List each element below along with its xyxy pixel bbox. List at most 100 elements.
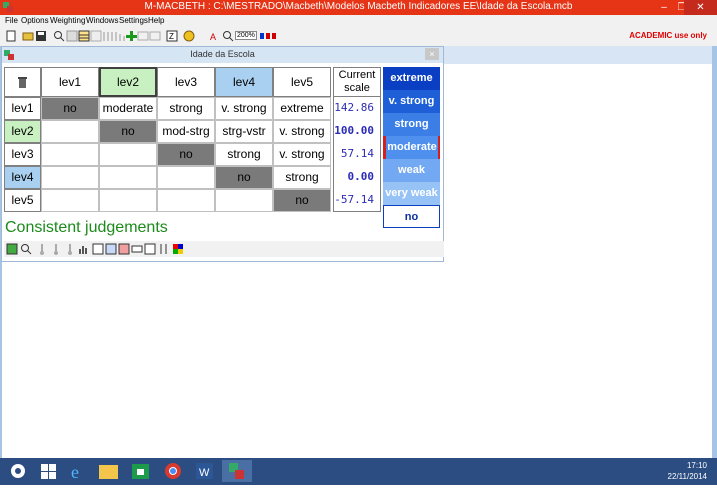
menu-bar: File Options Weighting Windows Settings …: [0, 15, 717, 27]
judgement-cell[interactable]: no: [41, 97, 99, 120]
grid-icon[interactable]: [149, 30, 161, 42]
row-header-lev1[interactable]: lev1: [4, 97, 41, 120]
judgement-cell[interactable]: v. strong: [273, 143, 331, 166]
svg-text:A: A: [210, 32, 216, 42]
judgement-cell[interactable]: v. strong: [273, 120, 331, 143]
judgement-cell[interactable]: strg-vstr: [215, 120, 273, 143]
menu-file[interactable]: File: [5, 15, 18, 27]
column-header-lev2[interactable]: lev2: [99, 67, 157, 97]
list-icon[interactable]: [90, 30, 102, 42]
criterion-icon[interactable]: [6, 243, 18, 255]
svg-text:W: W: [199, 467, 210, 479]
judgement-cell[interactable]: no: [99, 120, 157, 143]
magnifier-icon[interactable]: [20, 243, 32, 255]
column-header-lev3[interactable]: lev3: [157, 67, 215, 97]
clock-time[interactable]: 17:10: [668, 460, 707, 471]
internet-explorer-icon[interactable]: e: [64, 460, 91, 482]
search-icon[interactable]: [53, 30, 65, 42]
column-header-lev1[interactable]: lev1: [41, 67, 99, 97]
sort-icon[interactable]: [158, 243, 170, 255]
menu-settings[interactable]: Settings: [119, 15, 148, 27]
level-extreme[interactable]: extreme: [383, 67, 440, 90]
split-icon[interactable]: [137, 30, 149, 42]
level-v-strong[interactable]: v. strong: [383, 90, 440, 113]
judgement-cell[interactable]: [157, 166, 215, 189]
judgement-cell[interactable]: [41, 143, 99, 166]
judgement-cell[interactable]: [41, 189, 99, 212]
indicator-icon[interactable]: [144, 243, 156, 255]
judgement-cell[interactable]: mod-strg: [157, 120, 215, 143]
license-label: ACADEMIC use only: [629, 31, 707, 40]
zoom-level[interactable]: 200%: [235, 31, 257, 40]
thermometer-range-icon[interactable]: [64, 243, 76, 255]
colored-grid-icon[interactable]: [118, 243, 130, 255]
judgement-cell[interactable]: [157, 189, 215, 212]
thermometer-icon[interactable]: [36, 243, 48, 255]
level-moderate[interactable]: moderate: [383, 136, 440, 159]
new-file-icon[interactable]: [5, 30, 17, 42]
grid-table-icon[interactable]: [105, 243, 117, 255]
close-button[interactable]: ✕: [684, 0, 717, 15]
start-gear-icon[interactable]: [5, 460, 32, 482]
judgement-cell[interactable]: [41, 166, 99, 189]
level-very-weak[interactable]: very weak: [383, 182, 440, 205]
judgement-cell[interactable]: no: [215, 166, 273, 189]
title-bar: M-MACBETH : C:\MESTRADO\Macbeth\Modelos …: [0, 0, 717, 15]
menu-options[interactable]: Options: [21, 15, 49, 27]
histogram-icon[interactable]: [78, 243, 90, 255]
coin-icon[interactable]: [183, 30, 195, 42]
windows-logo-icon[interactable]: [35, 460, 62, 482]
child-title-bar[interactable]: Idade da Escola ×: [2, 47, 443, 63]
judgement-cell[interactable]: no: [157, 143, 215, 166]
judgement-cell[interactable]: strong: [215, 143, 273, 166]
judgement-cell[interactable]: no: [273, 189, 331, 212]
add-icon[interactable]: [125, 30, 137, 42]
menu-windows[interactable]: Windows: [86, 15, 118, 27]
delete-corner-cell[interactable]: [4, 67, 41, 97]
row-header-lev4[interactable]: lev4: [4, 166, 41, 189]
judgement-cell[interactable]: strong: [157, 97, 215, 120]
word-icon[interactable]: W: [191, 460, 218, 482]
column-header-lev5[interactable]: lev5: [273, 67, 331, 97]
judgement-cell[interactable]: [215, 189, 273, 212]
open-folder-icon[interactable]: [22, 30, 34, 42]
judgement-cell[interactable]: strong: [273, 166, 331, 189]
judgement-cell[interactable]: [99, 189, 157, 212]
report-icon[interactable]: Z: [166, 30, 178, 42]
tree-icon[interactable]: [66, 30, 78, 42]
scale-value-lev3: 57.14: [333, 143, 381, 166]
store-icon[interactable]: [127, 460, 154, 482]
child-close-button[interactable]: ×: [425, 48, 439, 60]
judgement-cell[interactable]: [99, 166, 157, 189]
judgement-cell[interactable]: [99, 143, 157, 166]
level-no[interactable]: no: [383, 205, 440, 228]
level-weak[interactable]: weak: [383, 159, 440, 182]
level-strong[interactable]: strong: [383, 113, 440, 136]
color-picker-icon[interactable]: [172, 243, 184, 255]
font-size-icon[interactable]: A: [210, 30, 222, 42]
row-header-lev5[interactable]: lev5: [4, 189, 41, 212]
judgement-cell[interactable]: v. strong: [215, 97, 273, 120]
report-table-icon[interactable]: [92, 243, 104, 255]
table-icon[interactable]: [78, 30, 90, 42]
scale-icon[interactable]: [102, 30, 114, 42]
zoom-icon[interactable]: [222, 30, 234, 42]
judgement-cell[interactable]: moderate: [99, 97, 157, 120]
row-header-lev2[interactable]: lev2: [4, 120, 41, 143]
thermometer-scale-icon[interactable]: [50, 243, 62, 255]
macbeth-icon[interactable]: [259, 30, 279, 42]
menu-help[interactable]: Help: [148, 15, 164, 27]
save-icon[interactable]: [35, 30, 47, 42]
chrome-icon[interactable]: [160, 460, 187, 482]
column-header-lev4[interactable]: lev4: [215, 67, 273, 97]
judgement-cell[interactable]: [41, 120, 99, 143]
split-horizontal-icon[interactable]: [131, 243, 143, 255]
svg-text:Z: Z: [169, 32, 174, 41]
file-explorer-icon[interactable]: [95, 460, 122, 482]
judgement-cell[interactable]: extreme: [273, 97, 331, 120]
clock-date[interactable]: 22/11/2014: [668, 471, 707, 482]
macbeth-taskbar-icon[interactable]: [222, 460, 252, 482]
minimize-button[interactable]: –: [655, 0, 673, 15]
row-header-lev3[interactable]: lev3: [4, 143, 41, 166]
menu-weighting[interactable]: Weighting: [50, 15, 85, 27]
